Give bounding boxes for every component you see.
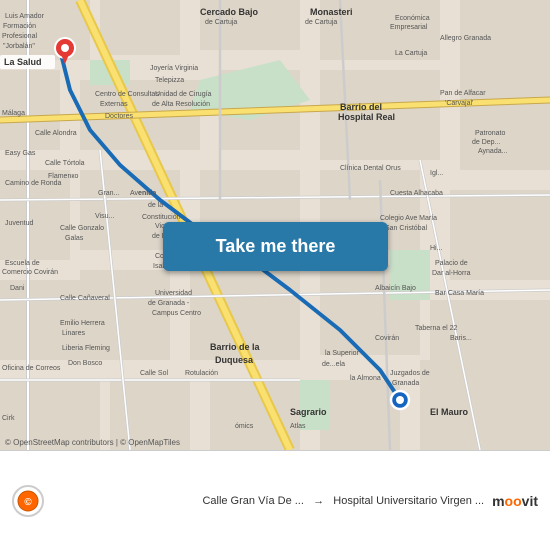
svg-text:de Cartuja: de Cartuja xyxy=(205,19,237,26)
svg-text:Cercado Bajo: Cercado Bajo xyxy=(200,7,259,17)
bottom-bar: © Calle Gran Vía De ... → Hospital Unive… xyxy=(0,450,550,550)
svg-text:Patronato: Patronato xyxy=(475,130,505,137)
svg-text:Universidad: Universidad xyxy=(155,290,192,297)
svg-text:Sagrario: Sagrario xyxy=(290,407,327,417)
svg-text:San Cristóbal: San Cristóbal xyxy=(385,225,427,232)
svg-text:El Mauro: El Mauro xyxy=(430,407,469,417)
svg-text:de Granada -: de Granada - xyxy=(148,300,190,307)
svg-text:Visu...: Visu... xyxy=(95,213,114,220)
svg-text:Allegro Granada: Allegro Granada xyxy=(440,35,491,42)
svg-text:Barrio de la: Barrio de la xyxy=(210,342,261,352)
svg-text:Escuela de: Escuela de xyxy=(5,260,40,267)
svg-text:Granada: Granada xyxy=(392,380,419,387)
svg-text:Unidad de Cirugía: Unidad de Cirugía xyxy=(155,91,212,98)
from-label: Calle Gran Vía De ... xyxy=(202,495,304,507)
svg-text:de...ela: de...ela xyxy=(322,361,345,368)
svg-text:de Dep...: de Dep... xyxy=(472,139,500,146)
svg-text:Palacio de: Palacio de xyxy=(435,260,468,267)
svg-text:la Almona: la Almona xyxy=(350,375,381,382)
arrow: → xyxy=(313,495,324,507)
svg-text:Calle Sol: Calle Sol xyxy=(140,370,168,377)
svg-text:La Salud: La Salud xyxy=(4,57,42,67)
svg-text:Centro de Consultas: Centro de Consultas xyxy=(95,91,159,98)
svg-text:Telepizza: Telepizza xyxy=(155,77,184,84)
to-label: Hospital Universitario Virgen ... xyxy=(333,495,484,507)
svg-text:Hospital Real: Hospital Real xyxy=(338,112,395,122)
svg-text:Dani: Dani xyxy=(10,285,25,292)
svg-text:Cuesta Alhacaba: Cuesta Alhacaba xyxy=(390,190,443,197)
svg-text:Joyería Virginia: Joyería Virginia xyxy=(150,65,198,72)
svg-text:Calle Tórtola: Calle Tórtola xyxy=(45,160,85,167)
svg-text:Campus Centro: Campus Centro xyxy=(152,310,201,317)
svg-text:Baris...: Baris... xyxy=(450,335,472,342)
svg-text:"Jorbalán": "Jorbalán" xyxy=(3,43,35,50)
svg-text:de Alta Resolución: de Alta Resolución xyxy=(152,101,210,108)
svg-text:Aynada...: Aynada... xyxy=(478,148,508,155)
svg-text:Luis Amador: Luis Amador xyxy=(5,13,45,20)
svg-text:Málaga: Málaga xyxy=(2,110,25,117)
svg-text:ómics: ómics xyxy=(235,423,254,430)
svg-text:Comercio Covirán: Comercio Covirán xyxy=(2,269,58,276)
moovit-logo: moovit xyxy=(492,493,538,509)
svg-text:Igl...: Igl... xyxy=(430,170,443,177)
svg-text:Flamenко: Flamenко xyxy=(48,173,78,180)
take-me-there-button[interactable]: Take me there xyxy=(163,222,388,271)
svg-text:Clínica Dental Orus: Clínica Dental Orus xyxy=(340,165,401,172)
svg-text:Profesional: Profesional xyxy=(2,33,37,40)
svg-text:Galas: Galas xyxy=(65,235,84,242)
svg-text:Externas: Externas xyxy=(100,101,128,108)
svg-text:La Cartuja: La Cartuja xyxy=(395,50,427,57)
svg-text:Juventud: Juventud xyxy=(5,220,34,227)
svg-text:'Carvajal': 'Carvajal' xyxy=(445,100,473,107)
svg-text:Liberia Fleming: Liberia Fleming xyxy=(62,345,110,352)
svg-text:Calle Gonzalo: Calle Gonzalo xyxy=(60,225,104,232)
svg-text:Monasteri: Monasteri xyxy=(310,7,353,17)
svg-text:Oficina de Correos: Oficina de Correos xyxy=(2,365,61,372)
svg-text:Dar al-Horra: Dar al-Horra xyxy=(432,270,471,277)
svg-text:© OpenStreetMap contributors |: © OpenStreetMap contributors | © OpenMap… xyxy=(5,438,180,447)
svg-text:Hi...: Hi... xyxy=(430,245,443,252)
svg-text:Bar Casa María: Bar Casa María xyxy=(435,290,484,297)
svg-text:Emilio Herrera: Emilio Herrera xyxy=(60,320,105,327)
svg-text:Juzgados de: Juzgados de xyxy=(390,370,430,377)
svg-text:Don Bosco: Don Bosco xyxy=(68,360,102,367)
svg-text:Camino de Ronda: Camino de Ronda xyxy=(5,180,62,187)
map-container: Monasteri de Cartuja Cercado Bajo de Car… xyxy=(0,0,550,450)
osm-logo: © xyxy=(12,485,44,517)
svg-text:Gran...: Gran... xyxy=(98,190,119,197)
svg-text:Formación: Formación xyxy=(3,23,36,30)
svg-text:Empresarial: Empresarial xyxy=(390,24,428,31)
svg-text:Covirán: Covirán xyxy=(375,335,399,342)
svg-text:Duquesa: Duquesa xyxy=(215,355,254,365)
svg-text:de la: de la xyxy=(148,202,163,209)
svg-text:Atlas: Atlas xyxy=(290,423,306,430)
svg-text:Pan de Alfacar: Pan de Alfacar xyxy=(440,90,486,97)
svg-text:Avenida: Avenida xyxy=(130,190,156,197)
svg-text:Colegio Ave María: Colegio Ave María xyxy=(380,215,437,222)
svg-text:de Cartuja: de Cartuja xyxy=(305,19,337,26)
svg-text:Económica: Económica xyxy=(395,15,430,22)
svg-text:Taberna el 22: Taberna el 22 xyxy=(415,325,458,332)
svg-text:Rotulación: Rotulación xyxy=(185,370,218,377)
svg-text:Constitución: Constitución xyxy=(142,214,181,221)
route-info: Calle Gran Vía De ... → Hospital Univers… xyxy=(52,495,484,507)
svg-text:la Superior: la Superior xyxy=(325,350,360,357)
svg-text:Calle Cañaveral: Calle Cañaveral xyxy=(60,295,110,302)
svg-text:©: © xyxy=(24,497,32,508)
svg-text:Linares: Linares xyxy=(62,330,85,337)
svg-text:Calle Alondra: Calle Alondra xyxy=(35,130,77,137)
svg-text:Albaicín Bajo: Albaicín Bajo xyxy=(375,285,416,292)
svg-text:Cirk: Cirk xyxy=(2,415,15,422)
svg-text:Barrio del: Barrio del xyxy=(340,102,382,112)
svg-text:Easy Gas: Easy Gas xyxy=(5,150,36,157)
svg-text:Doctores: Doctores xyxy=(105,113,134,120)
